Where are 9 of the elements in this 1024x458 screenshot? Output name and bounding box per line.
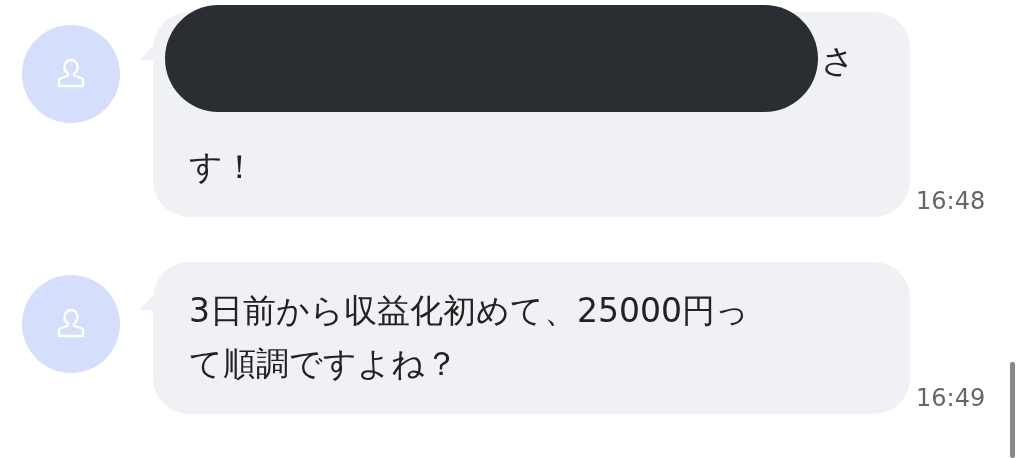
person-icon (56, 58, 86, 90)
message-text: さ (821, 41, 855, 80)
timestamp: 16:49 (916, 384, 986, 412)
message-text: す！ (189, 147, 256, 186)
scrollbar[interactable] (1010, 362, 1015, 458)
message-text: て順調ですよね？ (189, 344, 458, 383)
timestamp: 16:48 (916, 187, 986, 215)
person-icon (56, 308, 86, 340)
message-text: 3日前から収益化初めて、25000円っ (189, 291, 749, 330)
